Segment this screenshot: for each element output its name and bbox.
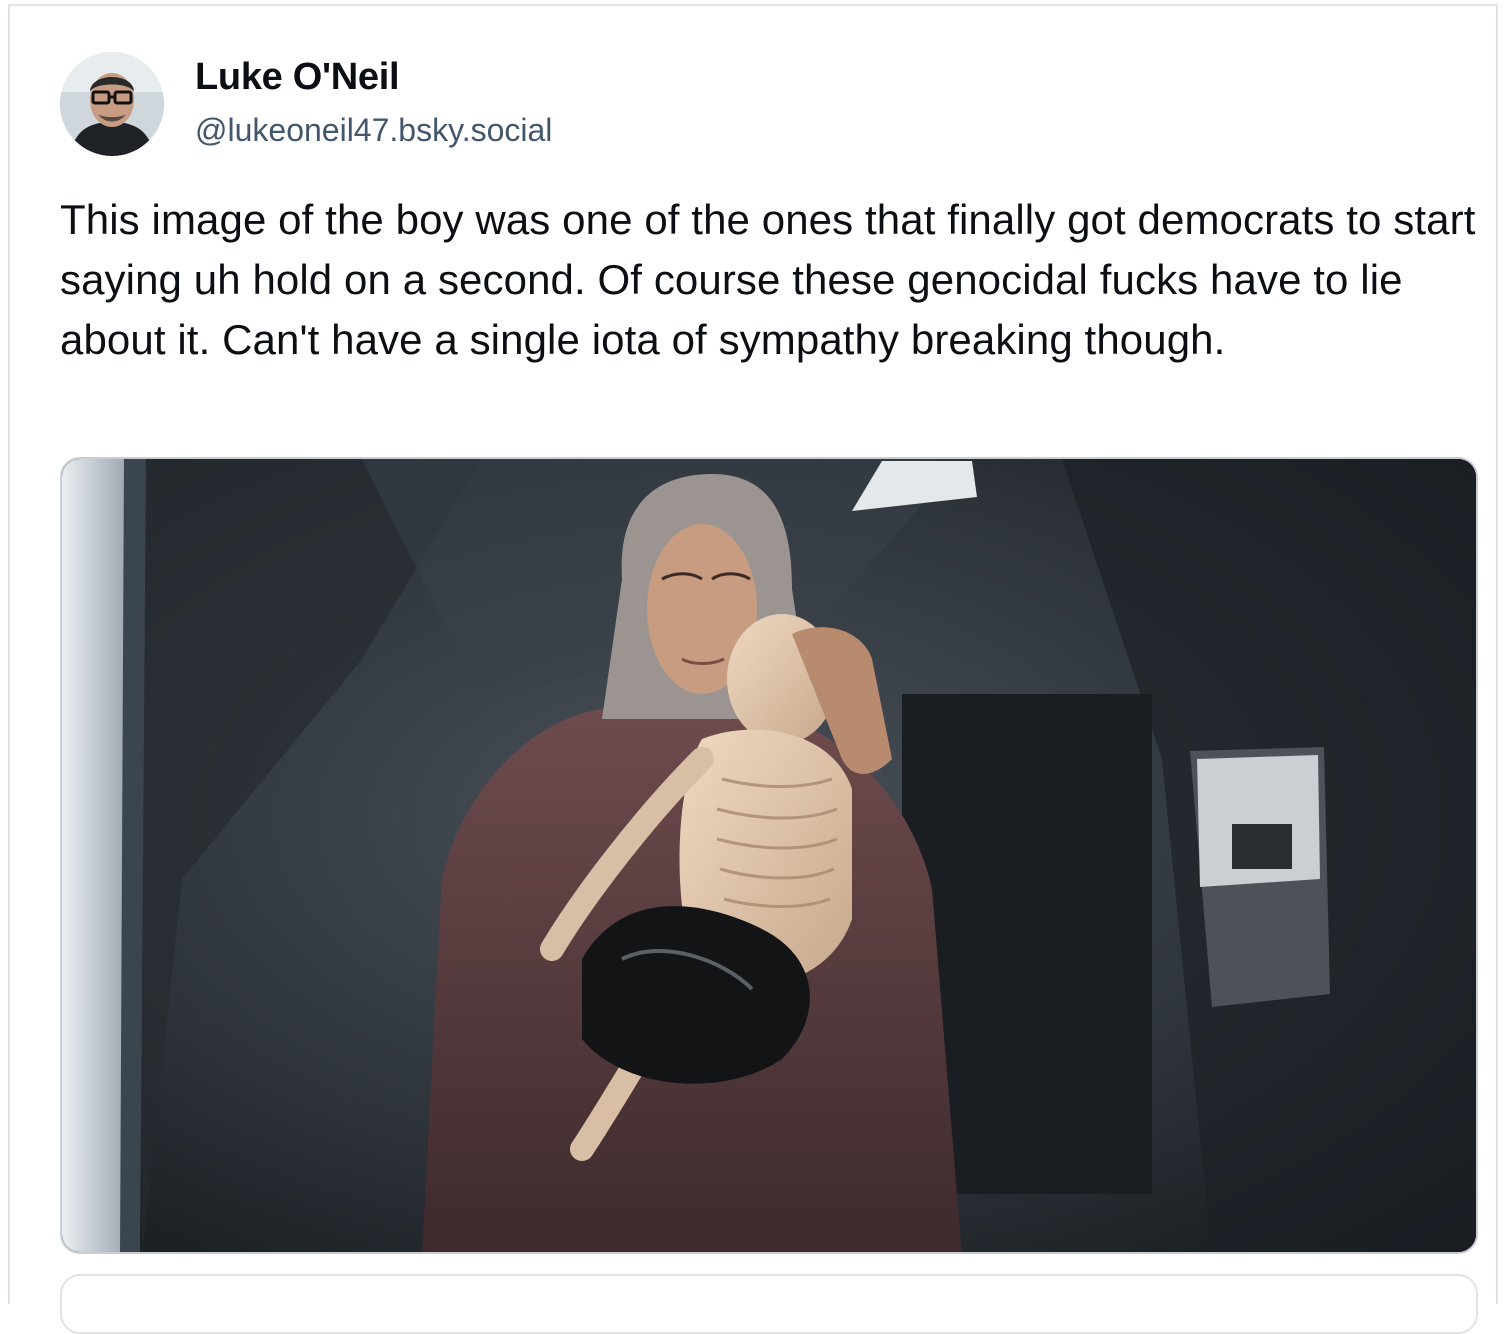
post-photo — [62, 459, 1476, 1252]
avatar-photo — [60, 52, 164, 156]
author-display-name[interactable]: Luke O'Neil — [195, 56, 400, 99]
author-avatar[interactable] — [60, 52, 164, 156]
post-text: This image of the boy was one of the one… — [60, 196, 1476, 363]
post-image[interactable] — [60, 457, 1478, 1254]
author-handle[interactable]: @lukeoneil47.bsky.social — [195, 112, 552, 149]
embedded-card-top-edge — [60, 1274, 1478, 1334]
post-card[interactable]: Luke O'Neil @lukeoneil47.bsky.social Thi… — [8, 4, 1498, 1334]
